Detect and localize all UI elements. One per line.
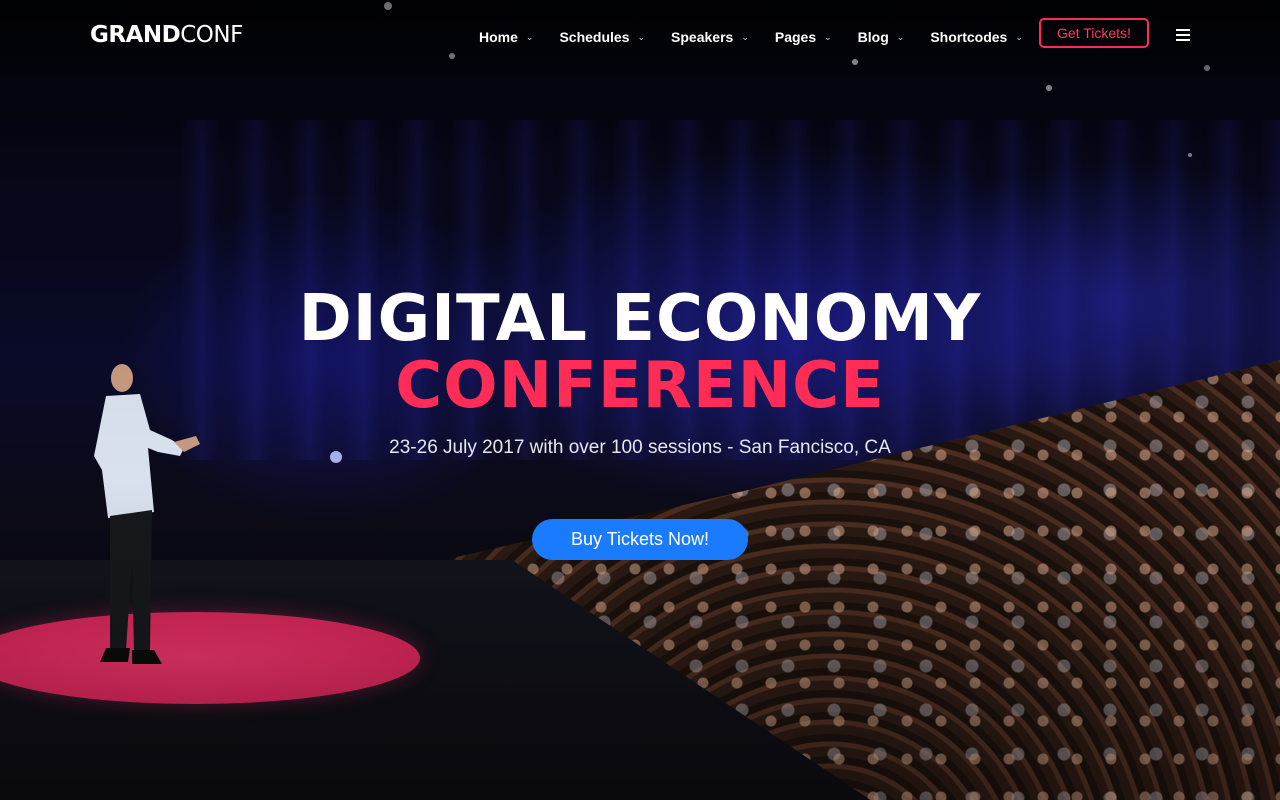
hero-title-line2: CONFERENCE [395,349,885,423]
chevron-down-icon: ⌄ [896,31,905,42]
nav-item-label: Shortcodes [930,29,1008,45]
nav-item-label: Pages [774,29,817,45]
buy-tickets-button[interactable]: Buy Tickets Now! [532,519,748,560]
menu-bar [1176,34,1190,36]
nav-item-shortcodes[interactable]: Shortcodes ⌄ [930,26,1023,48]
nav-item-label: Home [479,29,518,45]
nav-item-blog[interactable]: Blog ⌄ [858,26,905,48]
chevron-down-icon: ⌄ [741,31,749,42]
hero-subtitle: 23-26 July 2017 with over 100 sessions -… [389,437,891,458]
menu-bar [1176,39,1190,41]
nav-item-label: Blog [857,29,889,45]
nav-item-home[interactable]: Home ⌄ [479,26,533,48]
nav-item-pages[interactable]: Pages ⌄ [775,26,832,48]
site-logo[interactable]: GRANDCONF [90,22,243,48]
logo-light-text: CONF [180,22,243,48]
nav-item-label: Schedules [559,29,630,45]
menu-bar [1176,29,1190,31]
chevron-down-icon: ⌄ [525,31,534,42]
hero-title-line1: DIGITAL ECONOMY [298,282,982,356]
nav-item-label: Speakers [671,29,734,45]
chevron-down-icon: ⌄ [1015,31,1023,42]
main-nav: Home ⌄ Schedules ⌄ Speakers ⌄ Pages ⌄ Bl… [479,26,1049,48]
logo-bold-text: GRAND [90,22,181,48]
nav-item-speakers[interactable]: Speakers ⌄ [671,26,749,48]
nav-item-schedules[interactable]: Schedules ⌄ [559,26,645,48]
chevron-down-icon: ⌄ [637,31,646,42]
chevron-down-icon: ⌄ [824,31,832,42]
get-tickets-button[interactable]: Get Tickets! [1039,18,1149,48]
hamburger-menu-icon[interactable] [1176,29,1190,41]
site-header: GRANDCONF Home ⌄ Schedules ⌄ Speakers ⌄ … [0,0,1280,72]
